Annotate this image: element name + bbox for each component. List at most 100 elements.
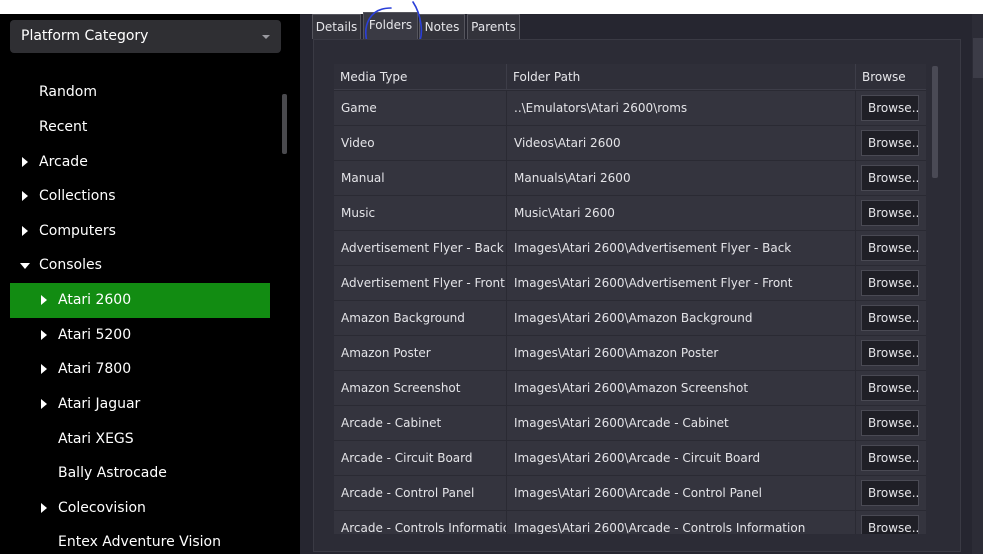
table-row[interactable]: Manual Manuals\Atari 2600 Browse... bbox=[334, 161, 926, 196]
sidebar-item-recent[interactable]: Recent bbox=[0, 110, 280, 145]
table-row[interactable]: Advertisement Flyer - Back Images\Atari 2… bbox=[334, 231, 926, 266]
table-row[interactable]: Video Videos\Atari 2600 Browse... bbox=[334, 126, 926, 161]
folder-path-cell[interactable]: Images\Atari 2600\Amazon Poster bbox=[507, 336, 856, 371]
folder-path-cell[interactable]: Images\Atari 2600\Amazon Background bbox=[507, 301, 856, 336]
sidebar-item-label: Atari 5200 bbox=[58, 327, 132, 343]
expand-arrow-right-icon[interactable] bbox=[20, 214, 32, 249]
folders-panel: Media Type Folder Path Browse Game ..\Emu… bbox=[313, 39, 961, 552]
media-type-cell: Game bbox=[334, 91, 507, 126]
media-type-cell: Arcade - Circuit Board bbox=[334, 441, 507, 476]
table-row[interactable]: Arcade - Controls Information Images\Atar… bbox=[334, 511, 926, 534]
browse-button[interactable]: Browse... bbox=[861, 95, 919, 121]
browse-button[interactable]: Browse... bbox=[861, 445, 919, 471]
sidebar-item-label: Bally Astrocade bbox=[58, 465, 167, 481]
folder-path-cell[interactable]: Images\Atari 2600\Advertisement Flyer - … bbox=[507, 266, 856, 301]
pane-scrollbar-track[interactable] bbox=[972, 14, 983, 554]
sidebar-item-label: Colecovision bbox=[58, 500, 146, 516]
media-type-cell: Amazon Screenshot bbox=[334, 371, 507, 406]
browse-button[interactable]: Browse... bbox=[861, 340, 919, 366]
tab-folders[interactable]: Folders bbox=[363, 12, 418, 39]
sidebar-item-label: Random bbox=[39, 84, 97, 100]
folder-path-cell[interactable]: Manuals\Atari 2600 bbox=[507, 161, 856, 196]
sidebar-item-arcade[interactable]: Arcade bbox=[0, 145, 280, 180]
browse-button[interactable]: Browse... bbox=[861, 200, 919, 226]
sidebar-item-label: Arcade bbox=[39, 154, 88, 170]
media-type-cell: Amazon Background bbox=[334, 301, 507, 336]
sidebar-item-colecovision[interactable]: Colecovision bbox=[0, 491, 280, 526]
folder-path-cell[interactable]: Images\Atari 2600\Advertisement Flyer - … bbox=[507, 231, 856, 266]
expand-arrow-right-icon[interactable] bbox=[39, 352, 51, 387]
browse-button[interactable]: Browse... bbox=[861, 130, 919, 156]
media-type-cell: Manual bbox=[334, 161, 507, 196]
chevron-down-icon bbox=[262, 35, 270, 39]
sidebar-item-bally-astrocade[interactable]: Bally Astrocade bbox=[0, 456, 280, 491]
table-row[interactable]: Arcade - Circuit Board Images\Atari 2600\… bbox=[334, 441, 926, 476]
tab-parents[interactable]: Parents bbox=[467, 14, 520, 39]
sidebar-item-atari-jaguar[interactable]: Atari Jaguar bbox=[0, 387, 280, 422]
sidebar-scrollbar[interactable] bbox=[282, 94, 287, 154]
table-row[interactable]: Amazon Poster Images\Atari 2600\Amazon Po… bbox=[334, 336, 926, 371]
folder-path-cell[interactable]: Videos\Atari 2600 bbox=[507, 126, 856, 161]
media-type-cell: Arcade - Cabinet bbox=[334, 406, 507, 441]
table-row[interactable]: Music Music\Atari 2600 Browse... bbox=[334, 196, 926, 231]
sidebar-item-label: Atari Jaguar bbox=[58, 396, 141, 412]
browse-button[interactable]: Browse... bbox=[861, 480, 919, 506]
table-row[interactable]: Game ..\Emulators\Atari 2600\roms Browse..… bbox=[334, 91, 926, 126]
expand-arrow-right-icon[interactable] bbox=[20, 145, 32, 180]
browse-button[interactable]: Browse... bbox=[861, 375, 919, 401]
tab-details[interactable]: Details bbox=[312, 14, 361, 39]
sidebar-item-label: Recent bbox=[39, 119, 88, 135]
browse-button[interactable]: Browse... bbox=[861, 235, 919, 261]
platform-category-dropdown[interactable]: Platform Category bbox=[10, 20, 281, 53]
column-header-folder-path[interactable]: Folder Path bbox=[507, 64, 856, 90]
sidebar-item-atari-xegs[interactable]: Atari XEGS bbox=[0, 422, 280, 457]
pane-scrollbar-thumb[interactable] bbox=[973, 38, 983, 78]
table-row[interactable]: Advertisement Flyer - Front Images\Atari … bbox=[334, 266, 926, 301]
expand-arrow-right-icon[interactable] bbox=[39, 491, 51, 526]
table-row[interactable]: Amazon Background Images\Atari 2600\Amazo… bbox=[334, 301, 926, 336]
sidebar-item-label: Entex Adventure Vision bbox=[58, 534, 221, 550]
column-header-browse[interactable]: Browse bbox=[856, 64, 926, 90]
sidebar-item-collections[interactable]: Collections bbox=[0, 179, 280, 214]
expand-arrow-right-icon[interactable] bbox=[39, 318, 51, 353]
table-row[interactable]: Arcade - Cabinet Images\Atari 2600\Arcade… bbox=[334, 406, 926, 441]
sidebar-item-atari-2600[interactable]: Atari 2600 bbox=[10, 283, 270, 318]
sidebar-item-consoles[interactable]: Consoles bbox=[0, 248, 280, 283]
folders-grid: Media Type Folder Path Browse Game ..\Emu… bbox=[334, 64, 926, 534]
table-row[interactable]: Amazon Screenshot Images\Atari 2600\Amazo… bbox=[334, 371, 926, 406]
folder-path-cell[interactable]: Images\Atari 2600\Arcade - Controls Info… bbox=[507, 511, 856, 534]
sidebar-item-label: Collections bbox=[39, 188, 116, 204]
browse-button[interactable]: Browse... bbox=[861, 410, 919, 436]
browse-button[interactable]: Browse... bbox=[861, 305, 919, 331]
expand-arrow-down-icon[interactable] bbox=[20, 248, 32, 283]
grid-scrollbar[interactable] bbox=[932, 66, 938, 178]
details-pane: Details Folders Notes Parents Media Type Fo… bbox=[300, 1, 983, 554]
dropdown-label: Platform Category bbox=[21, 28, 149, 44]
sidebar-item-atari-5200[interactable]: Atari 5200 bbox=[0, 318, 280, 353]
sidebar-item-computers[interactable]: Computers bbox=[0, 214, 280, 249]
column-header-media-type[interactable]: Media Type bbox=[334, 64, 507, 90]
grid-header: Media Type Folder Path Browse bbox=[334, 64, 926, 90]
expand-arrow-right-icon[interactable] bbox=[20, 179, 32, 214]
folder-path-cell[interactable]: Images\Atari 2600\Arcade - Circuit Board bbox=[507, 441, 856, 476]
platform-sidebar: Platform Category Random Recent Arcade Coll… bbox=[0, 14, 300, 554]
browse-button[interactable]: Browse... bbox=[861, 515, 919, 534]
sidebar-item-entex-adventure-vision[interactable]: Entex Adventure Vision bbox=[0, 525, 280, 554]
browse-button[interactable]: Browse... bbox=[861, 270, 919, 296]
folder-path-cell[interactable]: Images\Atari 2600\Arcade - Control Panel bbox=[507, 476, 856, 511]
sidebar-item-atari-7800[interactable]: Atari 7800 bbox=[0, 352, 280, 387]
folder-path-cell[interactable]: Images\Atari 2600\Amazon Screenshot bbox=[507, 371, 856, 406]
table-row[interactable]: Arcade - Control Panel Images\Atari 2600\… bbox=[334, 476, 926, 511]
folder-path-cell[interactable]: ..\Emulators\Atari 2600\roms bbox=[507, 91, 856, 126]
media-type-cell: Advertisement Flyer - Back bbox=[334, 231, 507, 266]
expand-arrow-right-icon[interactable] bbox=[39, 387, 51, 422]
sidebar-item-label: Atari XEGS bbox=[58, 431, 134, 447]
media-type-cell: Advertisement Flyer - Front bbox=[334, 266, 507, 301]
sidebar-item-label: Atari 7800 bbox=[58, 361, 132, 377]
sidebar-item-random[interactable]: Random bbox=[0, 75, 280, 110]
folder-path-cell[interactable]: Images\Atari 2600\Arcade - Cabinet bbox=[507, 406, 856, 441]
browse-button[interactable]: Browse... bbox=[861, 165, 919, 191]
folder-path-cell[interactable]: Music\Atari 2600 bbox=[507, 196, 856, 231]
expand-arrow-right-icon[interactable] bbox=[39, 283, 51, 318]
tab-notes[interactable]: Notes bbox=[419, 14, 465, 39]
